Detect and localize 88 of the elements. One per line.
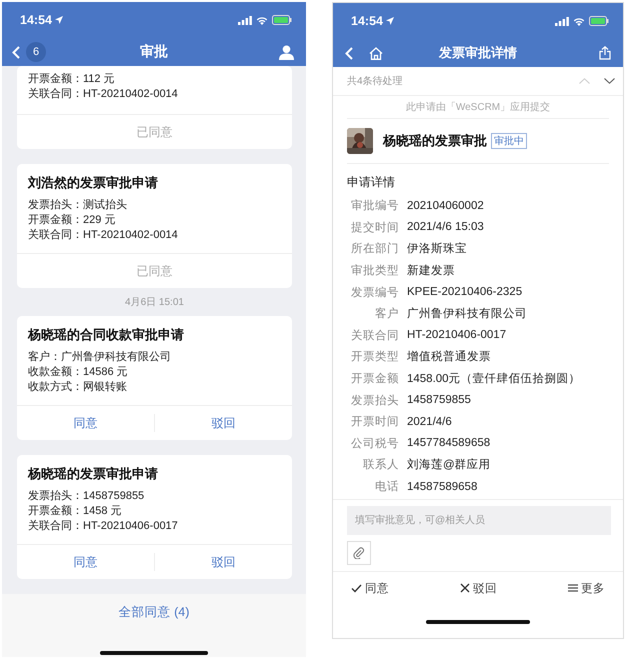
reject-button[interactable]: 驳回 (456, 578, 501, 598)
field-label: 开票时间 (350, 414, 399, 430)
timestamp: 4月6日 15:01 (125, 296, 184, 309)
location-arrow-icon (54, 16, 63, 24)
check-icon (351, 584, 362, 593)
approve-button[interactable]: 同意 (17, 545, 154, 579)
field-value: 刘海莲@群应用 (407, 457, 491, 472)
field-label: 所在部门 (350, 241, 399, 256)
request-title: 杨晓瑶的发票审批 (383, 132, 487, 150)
reject-button[interactable]: 驳回 (155, 406, 292, 440)
home-icon[interactable] (369, 46, 383, 60)
close-icon (460, 583, 470, 594)
back-icon[interactable] (345, 46, 353, 60)
field-label: 审批类型 (350, 263, 399, 278)
unread-badge: 6 (26, 42, 46, 62)
pending-count: 共4条待处理 (347, 74, 404, 88)
card-detail: 关联合同：HT-20210402-0014 (28, 228, 179, 243)
field-label: 审批编号 (350, 198, 399, 214)
status-label: 已同意 (17, 114, 292, 149)
paperclip-icon (353, 547, 365, 560)
card-detail: 关联合同：HT-20210406-0017 (28, 519, 179, 534)
field-label: 发票编号 (350, 286, 399, 300)
field-label: 关联合同 (350, 328, 399, 343)
card-title: 刘浩然的发票审批申请 (28, 174, 159, 192)
wifi-icon (573, 16, 585, 26)
field-label: 发票抬头 (350, 394, 399, 408)
card-detail: 开票金额：229 元 (28, 213, 116, 228)
card-detail: 发票抬头：1458759855 (28, 489, 146, 504)
back-button[interactable]: 6 (12, 42, 46, 62)
card-detail: 关联合同：HT-20210402-0014 (28, 87, 179, 102)
field-label: 公司税号 (350, 436, 399, 451)
approve-all-button[interactable]: 全部同意 (4) (112, 602, 196, 623)
battery-icon (589, 16, 609, 26)
card-detail: 收款金额：14586 元 (28, 365, 129, 380)
status-time: 14:54 (351, 14, 383, 28)
person-icon[interactable] (279, 44, 294, 60)
status-badge: 审批中 (491, 133, 527, 149)
field-value: 新建发票 (407, 263, 455, 278)
approve-button[interactable]: 同意 (17, 406, 154, 440)
source-note: 此申请由「WeSCRM」应用提交 (406, 100, 550, 114)
field-value: 1458759855 (407, 394, 471, 406)
screen-title: 审批 (140, 43, 168, 61)
card-detail: 开票金额：112 元 (28, 72, 116, 87)
status-label: 已同意 (17, 253, 292, 288)
share-icon[interactable] (599, 46, 611, 60)
field-value: 1458.00元（壹仟肆佰伍拾捌圆） (407, 372, 581, 386)
field-value: 1457784589658 (407, 437, 490, 450)
battery-icon (272, 15, 292, 25)
field-value: 202104060002 (407, 200, 484, 212)
more-button[interactable]: 更多 (564, 578, 609, 598)
approval-card[interactable]: 杨晓瑶的发票审批申请 发票抬头：1458759855 开票金额：1458 元 关联合同：HT-20210406-0017 同意 驳回 (17, 455, 292, 579)
back-icon (12, 46, 20, 58)
wifi-icon (256, 16, 268, 24)
field-value: 14587589658 (407, 480, 478, 493)
comment-field[interactable]: 填写审批意见，可@相关人员 (347, 506, 611, 536)
signal-icon (555, 16, 569, 26)
signal-icon (238, 16, 252, 24)
menu-icon (568, 584, 578, 592)
screen-title: 发票审批详情 (439, 44, 517, 62)
field-value: HT-20210406-0017 (407, 329, 506, 342)
card-title: 杨晓瑶的合同收款审批申请 (28, 326, 185, 344)
field-value: 2021/4/6 15:03 (407, 221, 484, 234)
attachment-button[interactable] (347, 541, 371, 566)
card-detail: 开票金额：1458 元 (28, 504, 123, 519)
field-value: KPEE-20210406-2325 (407, 286, 522, 298)
chevron-down-icon[interactable] (604, 78, 615, 84)
field-label: 联系人 (362, 457, 399, 472)
card-detail: 收款方式：网银转账 (28, 380, 128, 395)
field-value: 2021/4/6 (407, 416, 452, 428)
field-label: 开票类型 (350, 350, 399, 364)
card-detail: 客户：广州鲁伊科技有限公司 (28, 350, 172, 365)
location-arrow-icon (386, 17, 394, 25)
field-label: 提交时间 (350, 220, 399, 235)
approval-card[interactable]: 刘浩然的发票审批申请 发票抬头：测试抬头 开票金额：229 元 关联合同：HT-20210402-0014 已同意 (17, 164, 292, 288)
field-label: 客户 (374, 306, 399, 322)
status-time: 14:54 (20, 13, 52, 27)
field-label: 电话 (374, 480, 399, 494)
approve-button[interactable]: 同意 (347, 578, 393, 598)
field-value: 伊洛斯珠宝 (407, 241, 467, 256)
card-title: 杨晓瑶的发票审批申请 (28, 465, 159, 483)
field-label: 开票金额 (350, 372, 399, 386)
reject-button[interactable]: 驳回 (155, 545, 292, 579)
section-title: 申请详情 (346, 174, 396, 191)
approval-card[interactable]: 开票金额：112 元 关联合同：HT-20210402-0014 已同意 (17, 66, 292, 149)
card-detail: 发票抬头：测试抬头 (28, 198, 128, 213)
field-value: 增值税普通发票 (407, 349, 491, 364)
approval-card[interactable]: 杨晓瑶的合同收款审批申请 客户：广州鲁伊科技有限公司 收款金额：14586 元 收款方式：网银转账 同意 驳回 (17, 316, 292, 440)
field-value: 广州鲁伊科技有限公司 (407, 306, 527, 322)
